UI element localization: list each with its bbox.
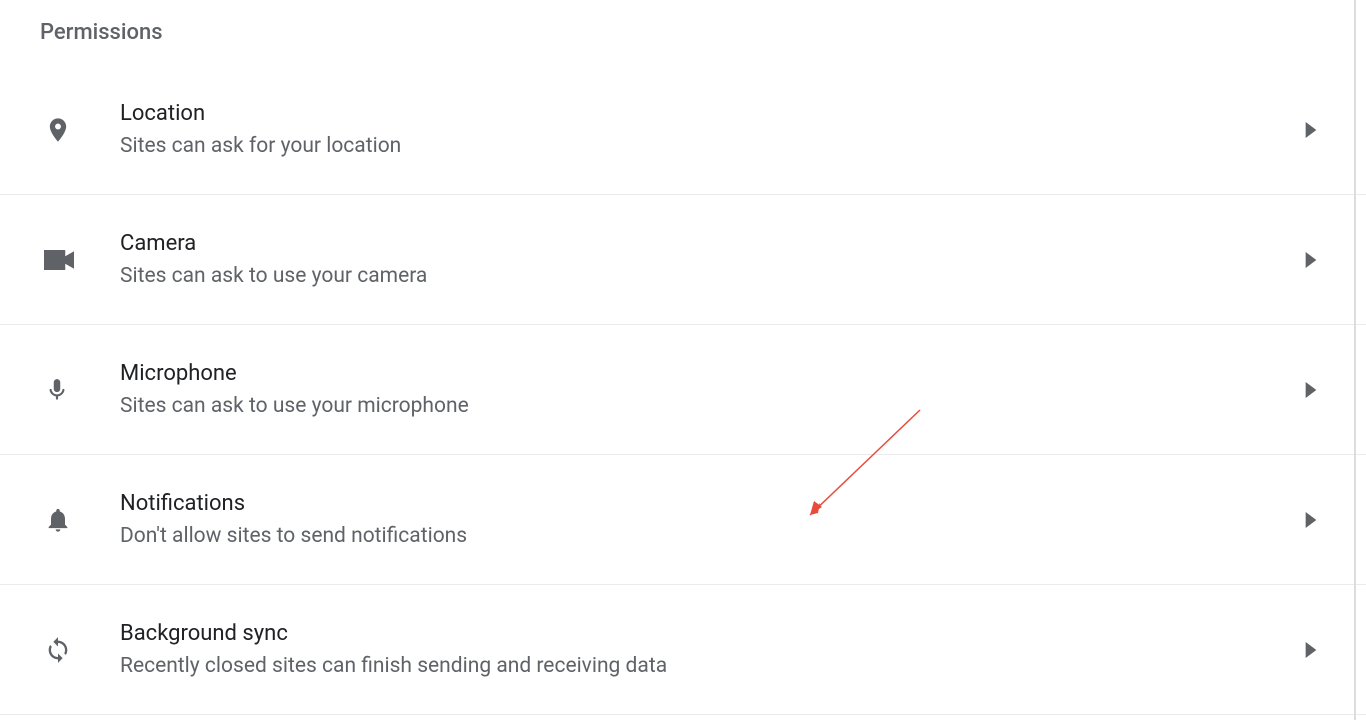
camera-icon xyxy=(44,250,84,270)
permission-text: Microphone Sites can ask to use your mic… xyxy=(84,361,1296,418)
chevron-right-icon xyxy=(1296,512,1326,528)
permission-title: Background sync xyxy=(120,621,1296,646)
permissions-list: Location Sites can ask for your location… xyxy=(0,65,1366,715)
scrollbar-edge xyxy=(1354,0,1356,720)
permission-title: Location xyxy=(120,101,1296,126)
permission-title: Camera xyxy=(120,231,1296,256)
sync-icon xyxy=(44,636,84,664)
permission-row-microphone[interactable]: Microphone Sites can ask to use your mic… xyxy=(0,325,1366,455)
chevron-right-icon xyxy=(1296,382,1326,398)
chevron-right-icon xyxy=(1296,642,1326,658)
permission-desc: Don't allow sites to send notifications xyxy=(120,524,1296,548)
permission-text: Background sync Recently closed sites ca… xyxy=(84,621,1296,678)
permission-desc: Sites can ask to use your camera xyxy=(120,264,1296,288)
notifications-icon xyxy=(44,506,84,534)
permission-title: Notifications xyxy=(120,491,1296,516)
permission-text: Notifications Don't allow sites to send … xyxy=(84,491,1296,548)
permission-desc: Sites can ask for your location xyxy=(120,134,1296,158)
permission-desc: Recently closed sites can finish sending… xyxy=(120,654,1296,678)
permission-row-camera[interactable]: Camera Sites can ask to use your camera xyxy=(0,195,1366,325)
permission-text: Camera Sites can ask to use your camera xyxy=(84,231,1296,288)
chevron-right-icon xyxy=(1296,122,1326,138)
permission-row-location[interactable]: Location Sites can ask for your location xyxy=(0,65,1366,195)
section-header-permissions: Permissions xyxy=(0,0,1366,65)
microphone-icon xyxy=(44,375,84,405)
permission-desc: Sites can ask to use your microphone xyxy=(120,394,1296,418)
permission-title: Microphone xyxy=(120,361,1296,386)
permission-row-notifications[interactable]: Notifications Don't allow sites to send … xyxy=(0,455,1366,585)
chevron-right-icon xyxy=(1296,252,1326,268)
location-icon xyxy=(44,116,84,144)
permission-row-background-sync[interactable]: Background sync Recently closed sites ca… xyxy=(0,585,1366,715)
permission-text: Location Sites can ask for your location xyxy=(84,101,1296,158)
